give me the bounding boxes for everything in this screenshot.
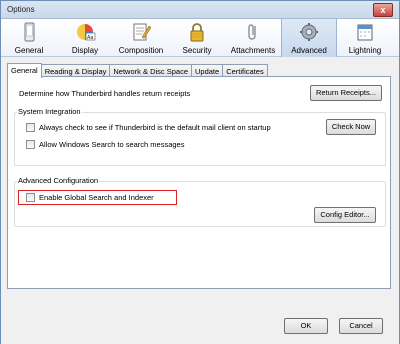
ok-button[interactable]: OK: [284, 318, 328, 334]
composition-icon: [133, 23, 152, 41]
options-window: Options x General Aa Display Composition…: [0, 0, 400, 344]
advanced-configuration-title: Advanced Configuration: [17, 176, 100, 185]
lock-icon: [190, 23, 204, 42]
pane-label: Advanced: [291, 46, 327, 55]
advanced-pane: General Reading & Display Network & Disc…: [1, 58, 399, 344]
pane-lightning[interactable]: Lightning: [337, 19, 393, 57]
system-integration-title: System Integration: [17, 107, 82, 116]
window-title: Options: [7, 5, 35, 14]
receipts-description: Determine how Thunderbird handles return…: [19, 89, 191, 98]
pane-label: Security: [182, 46, 212, 55]
general-tab-panel: Determine how Thunderbird handles return…: [7, 76, 391, 289]
config-editor-button[interactable]: Config Editor...: [314, 207, 376, 223]
pane-label: General: [14, 46, 44, 55]
tab-general[interactable]: General: [7, 63, 42, 78]
gear-icon: [300, 23, 318, 41]
pane-display[interactable]: Aa Display: [57, 19, 113, 57]
phone-icon: [24, 22, 35, 42]
default-client-label: Always check to see if Thunderbird is th…: [39, 123, 271, 132]
svg-text:Aa: Aa: [87, 35, 93, 41]
pane-general[interactable]: General: [1, 19, 57, 57]
pane-composition[interactable]: Composition: [113, 19, 169, 57]
pane-security[interactable]: Security: [169, 19, 225, 57]
pane-label: Composition: [118, 46, 164, 55]
cancel-button[interactable]: Cancel: [339, 318, 383, 334]
global-search-label: Enable Global Search and Indexer: [39, 193, 154, 202]
paperclip-icon: [248, 24, 256, 40]
pane-label: Lightning: [348, 46, 382, 55]
pane-advanced[interactable]: Advanced: [281, 19, 337, 57]
preferences-toolbar: General Aa Display Composition Security …: [1, 19, 399, 57]
tab-strip: General Reading & Display Network & Disc…: [7, 63, 268, 78]
windows-search-checkbox[interactable]: [26, 140, 35, 149]
return-receipts-button[interactable]: Return Receipts...: [310, 85, 382, 101]
calendar-icon: [357, 24, 373, 41]
pane-attachments[interactable]: Attachments: [225, 19, 281, 57]
close-icon[interactable]: x: [373, 3, 393, 17]
windows-search-label: Allow Windows Search to search messages: [39, 140, 185, 149]
check-now-button[interactable]: Check Now: [326, 119, 376, 135]
display-icon: Aa: [77, 24, 96, 41]
global-search-checkbox[interactable]: [26, 193, 35, 202]
default-client-checkbox[interactable]: [26, 123, 35, 132]
title-bar[interactable]: Options x: [1, 1, 399, 19]
pane-label: Attachments: [230, 46, 276, 55]
pane-label: Display: [71, 46, 99, 55]
